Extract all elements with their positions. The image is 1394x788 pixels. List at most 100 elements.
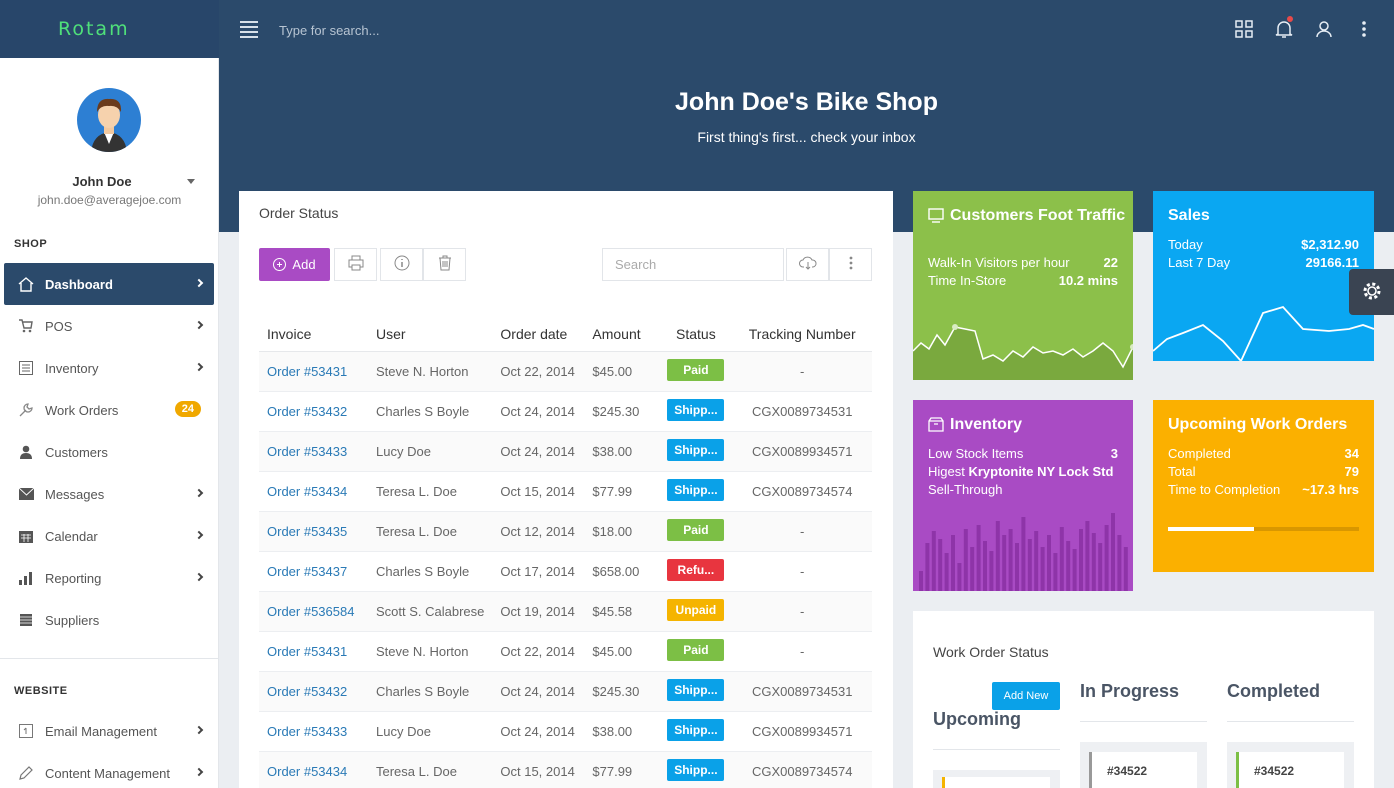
invoice-link[interactable]: Order #53432 (259, 391, 368, 432)
sell-through-bar (957, 563, 962, 591)
add-order-button[interactable]: Add (259, 248, 330, 281)
print-button[interactable] (334, 248, 377, 281)
grid-icon[interactable] (1234, 18, 1254, 40)
sidebar-item-suppliers[interactable]: Suppliers (4, 599, 214, 641)
table-row[interactable]: Order #53435 Teresa L. Doe Oct 12, 2014 $18… (259, 511, 872, 552)
invoice-link[interactable]: Order #53432 (259, 671, 368, 712)
table-row[interactable]: Order #53433 Lucy Doe Oct 24, 2014 $38.00 Sh… (259, 711, 872, 752)
sell-through-bar (989, 551, 994, 591)
sell-through-bar (1021, 517, 1026, 591)
global-search-input[interactable] (279, 19, 579, 41)
invoice-link[interactable]: Order #536584 (259, 591, 368, 632)
sidebar: John Doe john.doe@averagejoe.com SHOP Da… (0, 58, 219, 788)
invoice-link[interactable]: Order #53431 (259, 631, 368, 672)
sell-through-bar (1104, 525, 1109, 591)
work-order-card[interactable] (942, 777, 1050, 788)
sidebar-item-label: POS (45, 318, 73, 334)
invoice-link[interactable]: Order #53434 (259, 751, 368, 788)
status-badge: Shipp... (667, 478, 725, 501)
column-header-tracking[interactable]: Tracking Number (732, 317, 872, 352)
row-label: Low Stock Items (928, 446, 1024, 461)
sell-through-bar (1034, 531, 1039, 591)
completion-progress-fill (1168, 527, 1254, 531)
invoice-link[interactable]: Order #53437 (259, 551, 368, 592)
table-row[interactable]: Order #53431 Steve N. Horton Oct 22, 2014 $… (259, 631, 872, 672)
user-icon[interactable] (1314, 18, 1334, 40)
sidebar-item-calendar[interactable]: Calendar (4, 515, 214, 557)
table-search-input[interactable] (602, 248, 784, 281)
table-row[interactable]: Order #53434 Teresa L. Doe Oct 15, 2014 $77… (259, 751, 872, 788)
sell-through-bar (1072, 549, 1077, 591)
sidebar-item-customers[interactable]: Customers (4, 431, 214, 473)
order-date-cell: Oct 24, 2014 (492, 431, 585, 472)
table-row[interactable]: Order #53433 Lucy Doe Oct 24, 2014 $38.00 Sh… (259, 431, 872, 472)
upcoming-work-orders-widget[interactable]: Upcoming Work Orders Completed 34 Total 79… (1153, 400, 1374, 572)
table-row[interactable]: Order #53432 Charles S Boyle Oct 24, 2014 $… (259, 391, 872, 432)
amount-cell: $38.00 (584, 431, 660, 472)
sidebar-item-email-management[interactable]: Email Management (4, 710, 214, 752)
info-button[interactable] (380, 248, 423, 281)
column-header-order-date[interactable]: Order date (492, 317, 585, 352)
sidebar-item-content-management[interactable]: Content Management (4, 752, 214, 788)
sales-widget[interactable]: Sales Today $2,312.90 Last 7 Day 29166.11 (1153, 191, 1374, 361)
amount-cell: $77.99 (584, 471, 660, 512)
widget-row: Today $2,312.90 (1168, 237, 1359, 252)
table-more-button[interactable] (829, 248, 872, 281)
table-row[interactable]: Order #53431 Steve N. Horton Oct 22, 2014 $… (259, 351, 872, 392)
work-order-card[interactable]: #34522 (1236, 752, 1344, 788)
row-label: Time In-Store (928, 273, 1007, 288)
status-badge: Paid (667, 518, 725, 541)
column-header-amount[interactable]: Amount (584, 317, 660, 352)
tracking-cell: CGX0089934571 (732, 711, 872, 752)
sell-through-bar (919, 571, 923, 591)
user-cell: Scott S. Calabrese (368, 591, 493, 632)
invoice-link[interactable]: Order #53433 (259, 711, 368, 752)
status-cell: Shipp... (659, 751, 733, 788)
invoice-link[interactable]: Order #53431 (259, 351, 368, 392)
pencil-icon (18, 765, 34, 781)
table-row[interactable]: Order #53434 Teresa L. Doe Oct 15, 2014 $77… (259, 471, 872, 512)
sidebar-item-messages[interactable]: Messages (4, 473, 214, 515)
email-icon (18, 723, 34, 739)
delete-button[interactable] (423, 248, 466, 281)
widget-title: Sales (1168, 207, 1210, 224)
row-label: Sell-Through (928, 482, 1003, 497)
work-order-card[interactable]: #34522 (1089, 752, 1197, 788)
column-header-status[interactable]: Status (659, 317, 733, 352)
user-cell: Steve N. Horton (368, 351, 493, 392)
invoice-link[interactable]: Order #53435 (259, 511, 368, 552)
more-vertical-icon[interactable] (1354, 18, 1374, 40)
download-button[interactable] (786, 248, 829, 281)
foot-traffic-widget[interactable]: Customers Foot Traffic Walk-In Visitors … (913, 191, 1133, 380)
brand-logo[interactable]: Rotam (0, 0, 219, 58)
row-label: Last 7 Day (1168, 255, 1231, 270)
bell-icon[interactable] (1274, 16, 1294, 40)
table-row[interactable]: Order #53437 Charles S Boyle Oct 17, 2014 $… (259, 551, 872, 592)
sidebar-item-dashboard[interactable]: Dashboard (4, 263, 214, 305)
row-value: 29166.11 (1305, 255, 1359, 270)
sidebar-item-inventory[interactable]: Inventory (4, 347, 214, 389)
settings-toggle-button[interactable] (1349, 269, 1394, 315)
caret-down-icon[interactable] (187, 179, 195, 184)
invoice-link[interactable]: Order #53434 (259, 471, 368, 512)
inventory-widget[interactable]: Inventory Low Stock Items 3 Higest Krypto… (913, 400, 1133, 591)
invoice-link[interactable]: Order #53433 (259, 431, 368, 472)
order-date-cell: Oct 15, 2014 (492, 471, 585, 512)
column-header-invoice[interactable]: Invoice (259, 317, 368, 352)
sidebar-item-reporting[interactable]: Reporting (4, 557, 214, 599)
column-header-user[interactable]: User (368, 317, 493, 352)
add-new-work-order-button[interactable]: Add New (992, 682, 1060, 710)
sell-through-bar (1066, 541, 1071, 591)
sidebar-item-pos[interactable]: POS (4, 305, 214, 347)
widget-title-text: Customers Foot Traffic (950, 207, 1126, 224)
table-row[interactable]: Order #536584 Scott S. Calabrese Oct 19, 2… (259, 591, 872, 632)
sell-through-bar-chart (919, 513, 1128, 591)
envelope-icon (18, 486, 34, 502)
menu-icon[interactable] (240, 21, 258, 38)
avatar[interactable] (77, 88, 141, 152)
user-cell: Teresa L. Doe (368, 511, 493, 552)
status-cell: Refu... (659, 551, 733, 592)
sidebar-item-work-orders[interactable]: Work Orders 24 (4, 389, 214, 431)
table-row[interactable]: Order #53432 Charles S Boyle Oct 24, 2014 $… (259, 671, 872, 712)
status-badge: Shipp... (667, 438, 725, 461)
